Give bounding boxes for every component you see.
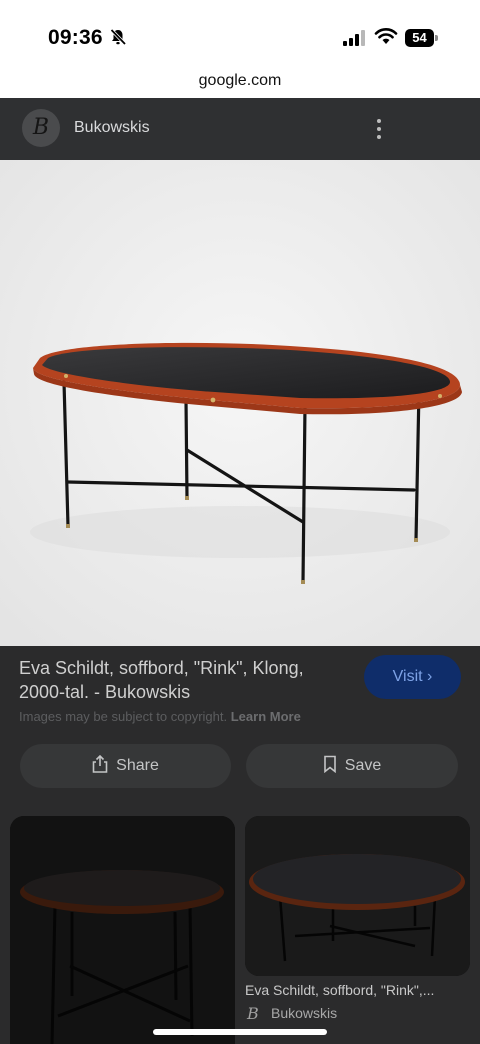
related-image-1[interactable] [10, 816, 235, 1044]
status-bar: 09:36 54 [0, 0, 480, 62]
home-indicator[interactable] [153, 1029, 327, 1035]
save-button[interactable]: Save [246, 744, 458, 788]
signal-icon [343, 30, 365, 46]
source-logo: B [247, 1004, 259, 1023]
battery-percent: 54 [412, 30, 427, 45]
visit-button[interactable]: Visit › [364, 655, 461, 699]
more-vert-icon[interactable] [370, 116, 388, 142]
status-time: 09:36 [48, 26, 103, 49]
site-logo: B [22, 109, 60, 147]
related-image-2[interactable] [245, 816, 470, 976]
bell-slash-icon [110, 28, 127, 46]
battery-icon: 54 [405, 29, 438, 47]
related-thumbnail [245, 816, 470, 976]
copyright-notice: Images may be subject to copyright. Lear… [19, 709, 301, 724]
share-label: Share [116, 757, 159, 774]
url-bar[interactable]: google.com [0, 62, 480, 98]
copyright-text: Images may be subject to copyright. [19, 709, 228, 724]
save-label: Save [344, 757, 382, 774]
result-title[interactable]: Eva Schildt, soffbord, "Rink", Klong, 20… [19, 656, 349, 704]
product-image[interactable] [0, 160, 480, 646]
related-caption[interactable]: Eva Schildt, soffbord, "Rink",... [245, 982, 434, 998]
site-name[interactable]: Bukowskis [74, 119, 150, 137]
share-button[interactable]: Share [20, 744, 231, 788]
bookmark-icon [323, 755, 336, 773]
wifi-icon [374, 28, 398, 44]
share-icon [92, 754, 108, 773]
related-source: Bukowskis [271, 1005, 338, 1021]
table-illustration [0, 160, 480, 646]
related-thumbnail [10, 816, 235, 1044]
result-header [0, 98, 480, 160]
learn-more-link[interactable]: Learn More [231, 709, 301, 724]
